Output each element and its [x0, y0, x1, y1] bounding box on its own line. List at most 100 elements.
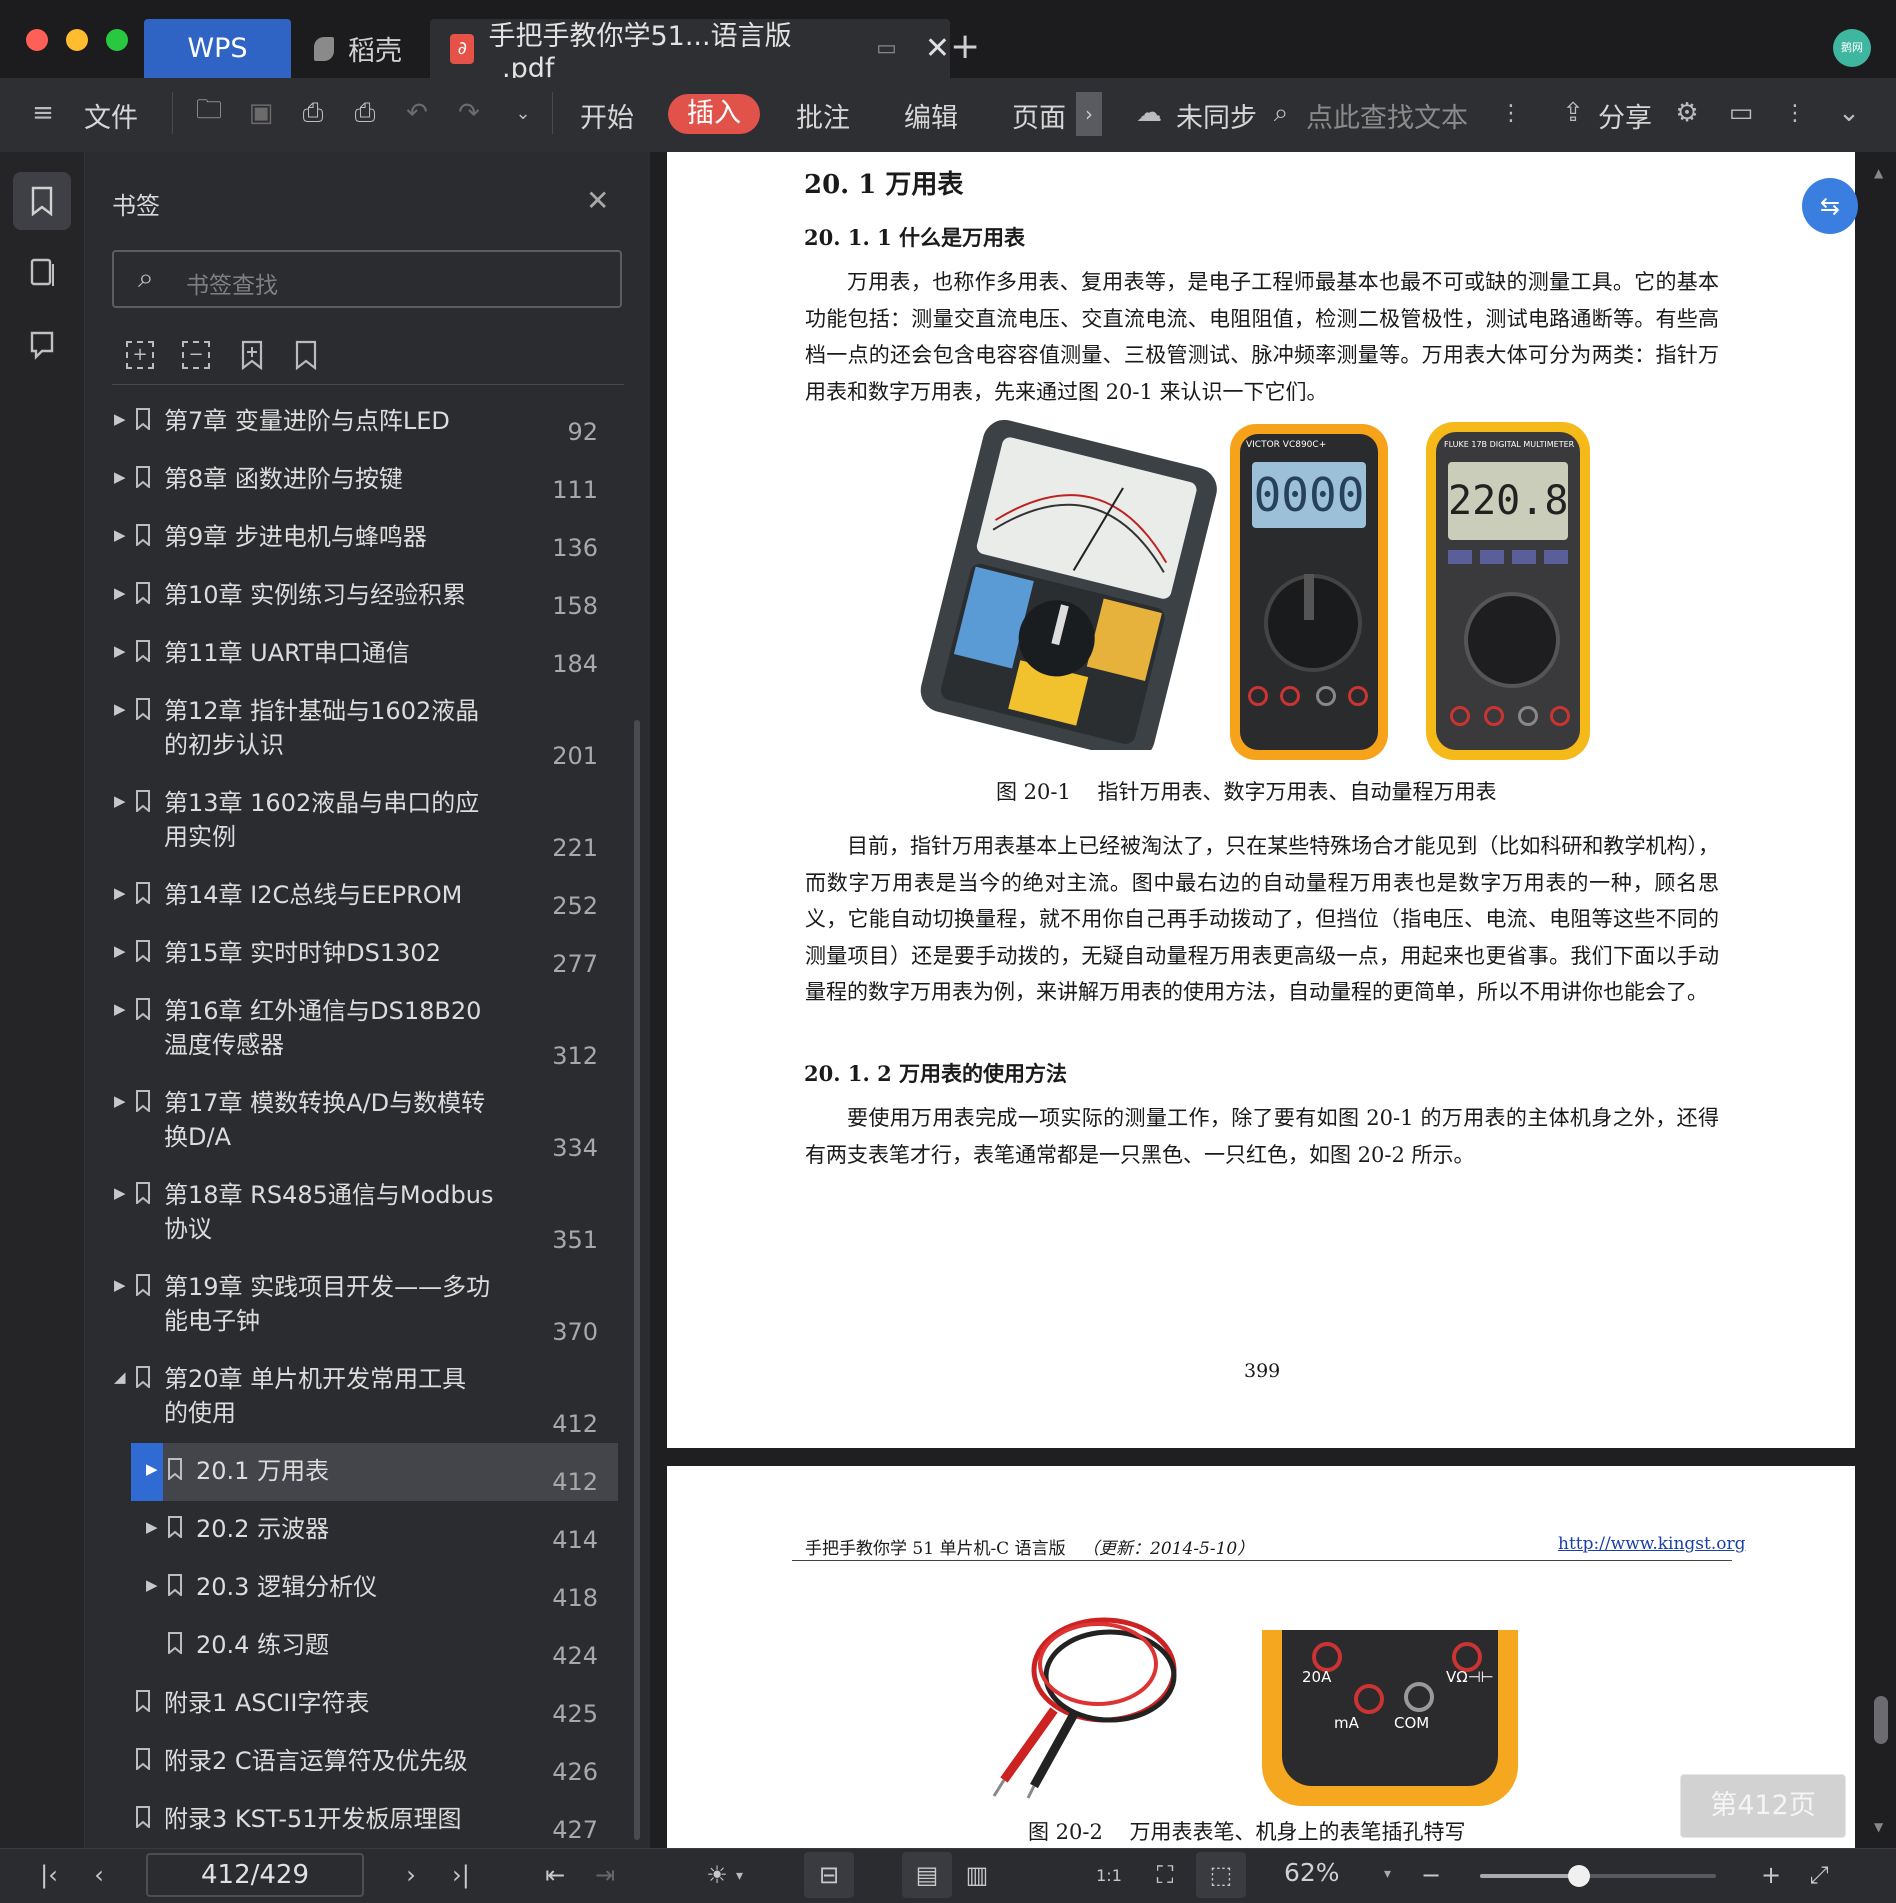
expand-arrow-icon[interactable]: ▶: [146, 1460, 158, 1478]
bookmark-item[interactable]: ▶ 20.2 示波器 414: [100, 1515, 620, 1554]
bookmark-panel-icon[interactable]: [13, 172, 71, 230]
page-number-input[interactable]: 412/429: [146, 1853, 364, 1897]
undo-icon[interactable]: ↶: [400, 96, 434, 130]
forward-icon[interactable]: ⇥: [588, 1858, 622, 1892]
menu-edit[interactable]: 编辑: [904, 96, 958, 135]
back-icon[interactable]: ⇤: [538, 1858, 572, 1892]
expand-arrow-icon[interactable]: ▶: [114, 1092, 126, 1110]
save-icon[interactable]: ▣: [244, 96, 278, 130]
last-page-icon[interactable]: ›|: [444, 1858, 478, 1892]
bookmark-item[interactable]: ▶ 20.1 万用表 412: [100, 1457, 620, 1496]
expand-arrow-icon[interactable]: ▶: [114, 700, 126, 718]
bookmark-item[interactable]: ▶ 第7章 变量进阶与点阵LED 92: [100, 407, 620, 446]
screen-icon[interactable]: ▭: [876, 36, 897, 61]
bookmark-item[interactable]: ▶ 20.3 逻辑分析仪 418: [100, 1573, 620, 1612]
expand-arrow-icon[interactable]: ▶: [114, 1276, 126, 1294]
bookmark-item[interactable]: ◢ 第20章 单片机开发常用工具 的使用 412: [100, 1365, 620, 1438]
first-page-icon[interactable]: |‹: [32, 1858, 66, 1892]
zoom-slider[interactable]: [1480, 1865, 1716, 1887]
bookmark-item[interactable]: ▶ 第12章 指针基础与1602液晶 的初步认识 201: [100, 697, 620, 770]
bookmark-item[interactable]: ▶ 第10章 实例练习与经验积累 158: [100, 581, 620, 620]
add-bookmark-icon[interactable]: [240, 340, 264, 374]
more-dropdown-icon[interactable]: ⌄: [506, 96, 540, 130]
menu-comment[interactable]: 批注: [796, 96, 850, 135]
collapse-all-icon[interactable]: −: [182, 341, 210, 369]
sync-status[interactable]: 未同步: [1176, 96, 1257, 135]
bookmark-item[interactable]: ▶ 第13章 1602液晶与串口的应 用实例 221: [100, 789, 620, 862]
bookmark-item[interactable]: ▶ 第9章 步进电机与蜂鸣器 136: [100, 523, 620, 562]
open-folder-icon[interactable]: 🗀: [192, 95, 226, 130]
zoom-in-icon[interactable]: +: [1754, 1858, 1788, 1892]
bookmark-item[interactable]: 20.4 练习题 424: [100, 1631, 620, 1670]
bookmark-item[interactable]: 附录3 KST-51开发板原理图 427: [100, 1805, 620, 1844]
annotation-panel-icon[interactable]: [13, 316, 71, 374]
expand-all-icon[interactable]: +: [126, 341, 154, 369]
thumbnail-panel-icon[interactable]: [13, 244, 71, 302]
bookmark-scrollbar[interactable]: [634, 720, 640, 1840]
scroll-up-arrow-icon[interactable]: ▲: [1874, 166, 1883, 180]
expand-arrow-icon[interactable]: ▶: [114, 584, 126, 602]
expand-arrow-icon[interactable]: ▶: [114, 1000, 126, 1018]
menu-start[interactable]: 开始: [580, 96, 634, 135]
bookmark-item[interactable]: ▶ 第15章 实时时钟DS1302 277: [100, 939, 620, 978]
document-scrollbar-track[interactable]: [1866, 152, 1896, 1848]
close-tab-icon[interactable]: ✕: [925, 31, 950, 66]
menu-scroll-right-button[interactable]: ›: [1076, 92, 1102, 136]
expand-arrow-icon[interactable]: ▶: [114, 468, 126, 486]
cloud-sync-icon[interactable]: ☁: [1132, 96, 1166, 130]
zoom-out-icon[interactable]: −: [1414, 1858, 1448, 1892]
bookmark-item[interactable]: ▶ 第11章 UART串口通信 184: [100, 639, 620, 678]
more-vertical-icon[interactable]: ⋮: [1494, 96, 1528, 130]
redo-icon[interactable]: ↷: [452, 96, 486, 130]
settings-gear-icon[interactable]: ⚙: [1670, 96, 1704, 130]
fullscreen-icon[interactable]: ⤢: [1802, 1858, 1836, 1892]
expand-arrow-icon[interactable]: ▶: [114, 792, 126, 810]
avatar[interactable]: 鹅网: [1833, 29, 1871, 67]
tab-wps[interactable]: WPS: [144, 19, 291, 78]
expand-arrow-icon[interactable]: ▶: [114, 884, 126, 902]
fit-page-icon[interactable]: ⛶: [1148, 1858, 1182, 1892]
collapse-arrow-icon[interactable]: ◢: [114, 1368, 126, 1386]
menu-insert[interactable]: 插入: [668, 94, 760, 134]
close-window-button[interactable]: [26, 29, 48, 51]
maximize-window-button[interactable]: [106, 29, 128, 51]
menu-page[interactable]: 页面: [1012, 96, 1066, 135]
expand-arrow-icon[interactable]: ▶: [146, 1576, 158, 1594]
remove-bookmark-icon[interactable]: [294, 340, 318, 374]
expand-arrow-icon[interactable]: ▶: [114, 642, 126, 660]
search-text-input[interactable]: 点此查找文本: [1306, 96, 1468, 135]
bookmark-item[interactable]: ▶ 第14章 I2C总线与EEPROM 252: [100, 881, 620, 920]
minimize-window-button[interactable]: [66, 29, 88, 51]
collapse-toolbar-icon[interactable]: ⌄: [1832, 96, 1866, 130]
floating-convert-button[interactable]: ⇆: [1802, 178, 1858, 234]
expand-arrow-icon[interactable]: ▶: [114, 526, 126, 544]
tab-pdf-document[interactable]: ∂ 手把手教你学51...语言版_.pdf ▭ ✕: [430, 19, 950, 84]
eye-protection-icon[interactable]: ☀: [700, 1858, 734, 1892]
close-panel-icon[interactable]: ✕: [586, 184, 609, 217]
zoom-dropdown-icon[interactable]: ▾: [1384, 1866, 1391, 1882]
bookmark-item[interactable]: ▶ 第8章 函数进阶与按键 111: [100, 465, 620, 504]
expand-arrow-icon[interactable]: ▶: [114, 410, 126, 428]
file-menu[interactable]: 文件: [84, 96, 138, 135]
bookmark-item[interactable]: 附录2 C语言运算符及优先级 426: [100, 1747, 620, 1786]
page-header-link[interactable]: http://www.kingst.org: [1558, 1534, 1746, 1554]
comment-icon[interactable]: ▭: [1724, 96, 1758, 130]
print-preview-icon[interactable]: ⎙: [348, 96, 382, 130]
bookmark-search-input[interactable]: ⌕ 书签查找: [112, 250, 622, 308]
previous-page-icon[interactable]: ‹: [82, 1858, 116, 1892]
share-button[interactable]: 分享: [1598, 96, 1652, 135]
bookmark-item[interactable]: ▶ 第17章 模数转换A/D与数模转 换D/A 334: [100, 1089, 620, 1162]
tab-daoke[interactable]: 稻壳: [308, 19, 402, 78]
more-options-icon[interactable]: ⋮: [1778, 96, 1812, 130]
document-scrollbar-thumb[interactable]: [1874, 1696, 1888, 1744]
expand-arrow-icon[interactable]: ▶: [114, 942, 126, 960]
two-page-view-icon[interactable]: ▥: [960, 1858, 994, 1892]
scroll-down-arrow-icon[interactable]: ▼: [1874, 1820, 1883, 1834]
print-icon[interactable]: ⎙: [296, 96, 330, 130]
share-icon[interactable]: ⇪: [1556, 96, 1590, 130]
actual-size-icon[interactable]: 1:1: [1092, 1858, 1126, 1892]
zoom-level[interactable]: 62%: [1284, 1858, 1340, 1887]
zoom-slider-knob[interactable]: [1568, 1865, 1591, 1887]
expand-arrow-icon[interactable]: ▶: [114, 1184, 126, 1202]
expand-arrow-icon[interactable]: ▶: [146, 1518, 158, 1536]
